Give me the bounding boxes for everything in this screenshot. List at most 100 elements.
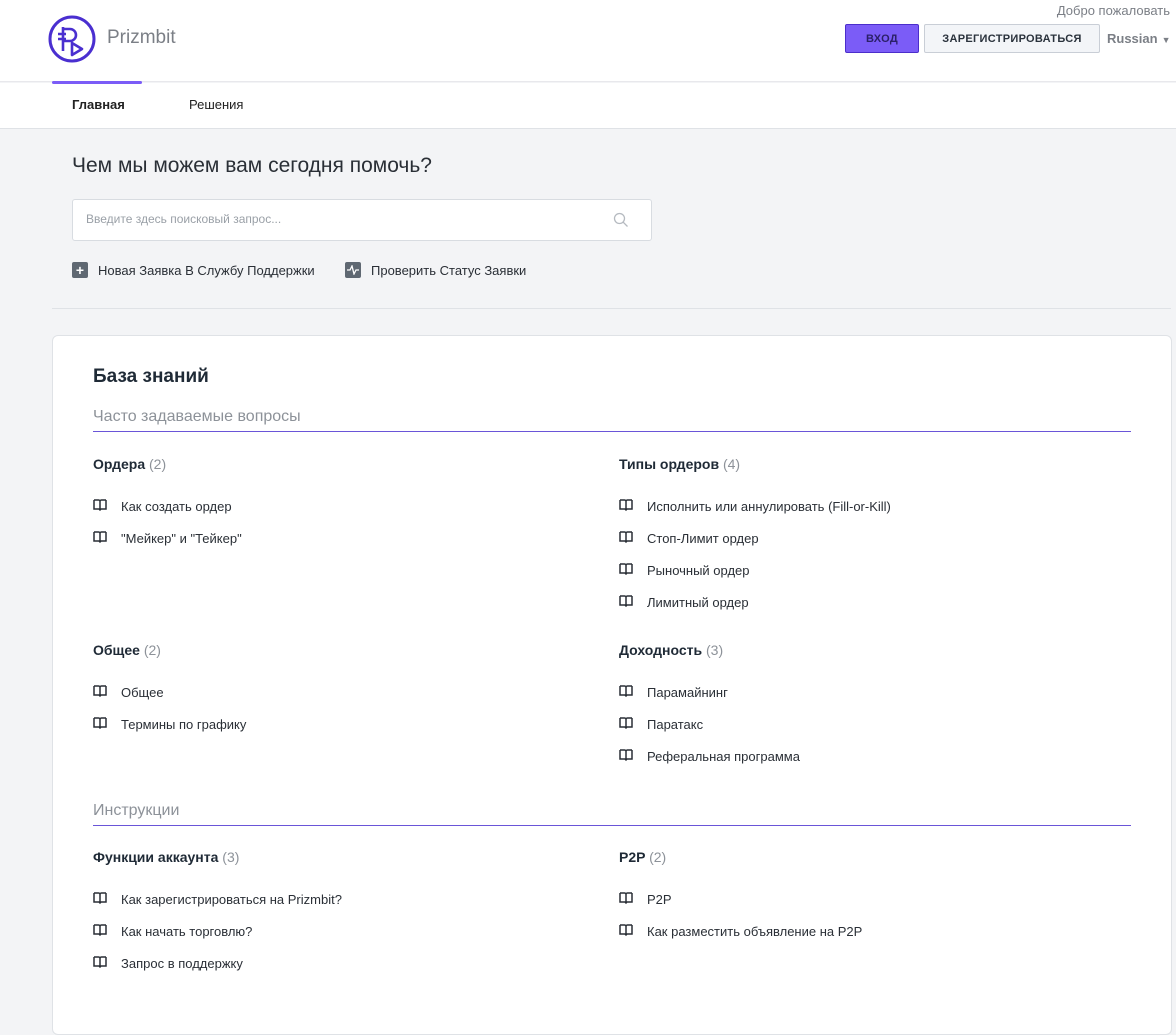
book-icon: [93, 684, 121, 700]
article-link[interactable]: Запрос в поддержку: [93, 947, 573, 979]
category: Типы ордеров (4) Исполнить или аннулирова…: [619, 456, 1099, 618]
book-icon: [93, 891, 121, 907]
plus-icon: +: [72, 262, 88, 278]
article-title[interactable]: "Мейкер" и "Тейкер": [121, 531, 242, 546]
article-link[interactable]: P2P: [619, 883, 1099, 915]
knowledge-base-card: База знаний Часто задаваемые вопросы Орд…: [52, 335, 1172, 1035]
article-title[interactable]: Как создать ордер: [121, 499, 232, 514]
check-status-link[interactable]: Проверить Статус Заявки: [345, 262, 526, 278]
article-title[interactable]: P2P: [647, 892, 672, 907]
book-icon: [619, 748, 647, 764]
register-button[interactable]: ЗАРЕГИСТРИРОВАТЬСЯ: [924, 24, 1100, 53]
book-icon: [619, 891, 647, 907]
category-name[interactable]: Типы ордеров: [619, 456, 719, 472]
divider: [52, 308, 1171, 309]
article-link[interactable]: Как создать ордер: [93, 490, 573, 522]
book-icon: [619, 594, 647, 610]
caret-down-icon: ▼: [1161, 35, 1171, 45]
category-count: (2): [143, 642, 161, 658]
hero-title: Чем мы можем вам сегодня помочь?: [72, 154, 432, 177]
category-name[interactable]: Общее: [93, 642, 140, 658]
article-title[interactable]: Исполнить или аннулировать (Fill-or-Kill…: [647, 499, 891, 514]
book-icon: [93, 530, 121, 546]
article-title[interactable]: Как разместить объявление на P2P: [647, 924, 862, 939]
header: Prizmbit Добро пожаловать ВХОД ЗАРЕГИСТР…: [0, 0, 1176, 82]
article-title[interactable]: Паратакс: [647, 717, 703, 732]
book-icon: [619, 684, 647, 700]
section-title: Инструкции: [93, 802, 1131, 826]
category: Функции аккаунта (3) Как зарегистрировать…: [93, 849, 573, 979]
article-link[interactable]: Исполнить или аннулировать (Fill-or-Kill…: [619, 490, 1099, 522]
book-icon: [93, 716, 121, 732]
article-title[interactable]: Стоп-Лимит ордер: [647, 531, 759, 546]
book-icon: [619, 716, 647, 732]
category-header[interactable]: P2P (2): [619, 849, 1099, 883]
category-count: (3): [706, 642, 724, 658]
article-title[interactable]: Лимитный ордер: [647, 595, 749, 610]
section-title: Часто задаваемые вопросы: [93, 408, 1131, 432]
article-title[interactable]: Запрос в поддержку: [121, 956, 243, 971]
category-count: (3): [222, 849, 240, 865]
category: Общее (2) Общее Термины по графику: [93, 642, 573, 740]
article-link[interactable]: Как разместить объявление на P2P: [619, 915, 1099, 947]
article-link[interactable]: "Мейкер" и "Тейкер": [93, 522, 573, 554]
article-title[interactable]: Общее: [121, 685, 164, 700]
prizmbit-logo-icon[interactable]: [46, 15, 98, 63]
check-status-label: Проверить Статус Заявки: [371, 262, 527, 278]
category-count: (2): [149, 456, 167, 472]
article-link[interactable]: Реферальная программа: [619, 740, 1099, 772]
category: Доходность (3) Парамайнинг Паратакс Реферал…: [619, 642, 1099, 772]
book-icon: [619, 923, 647, 939]
article-title[interactable]: Рыночный ордер: [647, 563, 750, 578]
category-header[interactable]: Доходность (3): [619, 642, 1099, 676]
article-link[interactable]: Лимитный ордер: [619, 586, 1099, 618]
article-link[interactable]: Термины по графику: [93, 708, 573, 740]
category-name[interactable]: Доходность: [619, 642, 702, 658]
article-title[interactable]: Реферальная программа: [647, 749, 800, 764]
welcome-text: Добро пожаловать: [1056, 3, 1170, 18]
category-header[interactable]: Общее (2): [93, 642, 573, 676]
book-icon: [93, 498, 121, 514]
active-tab-indicator: [52, 81, 142, 84]
new-ticket-label: Новая Заявка В Службу Поддержки: [98, 262, 315, 278]
pulse-icon: [345, 262, 361, 278]
article-title[interactable]: Как зарегистрироваться на Prizmbit?: [121, 892, 342, 907]
category-header[interactable]: Ордера (2): [93, 456, 573, 490]
book-icon: [93, 923, 121, 939]
article-link[interactable]: Стоп-Лимит ордер: [619, 522, 1099, 554]
new-ticket-link[interactable]: + Новая Заявка В Службу Поддержки: [72, 262, 315, 278]
search-icon[interactable]: [613, 212, 629, 228]
book-icon: [619, 562, 647, 578]
article-title[interactable]: Термины по графику: [121, 717, 246, 732]
book-icon: [619, 498, 647, 514]
category: P2P (2) P2P Как разместить объявление на P…: [619, 849, 1099, 947]
article-link[interactable]: Общее: [93, 676, 573, 708]
category-name[interactable]: Ордера: [93, 456, 145, 472]
article-link[interactable]: Паратакс: [619, 708, 1099, 740]
category-name[interactable]: Функции аккаунта: [93, 849, 218, 865]
category-count: (2): [649, 849, 667, 865]
language-label: Russian: [1107, 31, 1158, 46]
book-icon: [93, 955, 121, 971]
category-name[interactable]: P2P: [619, 849, 645, 865]
brand-name: Prizmbit: [107, 27, 176, 48]
article-link[interactable]: Как зарегистрироваться на Prizmbit?: [93, 883, 573, 915]
category: Ордера (2) Как создать ордер "Мейкер" и "Т…: [93, 456, 573, 554]
article-link[interactable]: Как начать торговлю?: [93, 915, 573, 947]
category-header[interactable]: Типы ордеров (4): [619, 456, 1099, 490]
article-link[interactable]: Парамайнинг: [619, 676, 1099, 708]
book-icon: [619, 530, 647, 546]
category-header[interactable]: Функции аккаунта (3): [93, 849, 573, 883]
tab-home[interactable]: Главная: [72, 97, 125, 112]
main-nav: Главная Решения: [0, 81, 1176, 129]
article-link[interactable]: Рыночный ордер: [619, 554, 1099, 586]
category-count: (4): [722, 456, 741, 472]
article-title[interactable]: Парамайнинг: [647, 685, 728, 700]
tab-solutions[interactable]: Решения: [189, 97, 243, 112]
search-box: [72, 199, 652, 241]
article-title[interactable]: Как начать торговлю?: [121, 924, 252, 939]
login-button[interactable]: ВХОД: [845, 24, 919, 53]
search-input[interactable]: [86, 212, 586, 226]
language-dropdown[interactable]: Russian ▼: [1107, 31, 1171, 46]
kb-title: База знаний: [93, 366, 209, 387]
